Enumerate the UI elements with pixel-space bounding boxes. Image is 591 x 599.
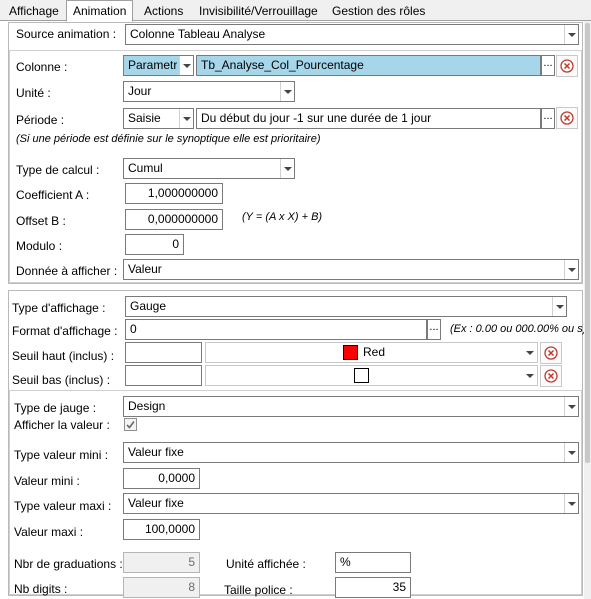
vertical-scrollbar[interactable] (584, 21, 591, 599)
format-label: Format d'affichage : (12, 324, 118, 338)
modulo-field[interactable]: 0 (125, 234, 184, 255)
seuil-haut-color-combo[interactable]: Red (205, 342, 538, 363)
clear-icon (560, 59, 574, 73)
chevron-down-icon (564, 494, 578, 513)
colonne-type-combo[interactable]: Parametre (123, 55, 194, 76)
unite-combo[interactable]: Jour (123, 81, 295, 102)
checkmark-icon (126, 421, 135, 429)
type-calcul-combo[interactable]: Cumul (123, 158, 295, 179)
type-calcul-label: Type de calcul : (16, 163, 100, 177)
formula-note: (Y = (A x X) + B) (242, 211, 323, 223)
clear-icon (544, 346, 558, 360)
donnee-value: Valeur (128, 262, 162, 276)
tab-actions[interactable]: Actions (137, 2, 190, 21)
type-affichage-label: Type d'affichage : (12, 301, 106, 315)
color-swatch (354, 368, 369, 383)
type-val-mini-label: Type valeur mini : (14, 448, 109, 462)
periode-label: Période : (16, 113, 65, 127)
offset-b-label: Offset B : (16, 214, 66, 228)
nbr-grad-label: Nbr de graduations : (14, 557, 123, 571)
color-swatch (343, 345, 358, 360)
unite-label: Unité : (16, 86, 51, 100)
offset-b-field[interactable]: 0,000000000 (125, 209, 223, 230)
source-label: Source animation : (16, 27, 117, 41)
type-val-maxi-label: Type valeur maxi : (14, 499, 112, 513)
tab-invisibilite[interactable]: Invisibilité/Verrouillage (192, 2, 325, 21)
afficher-valeur-checkbox[interactable] (124, 418, 137, 431)
nb-digits-label: Nb digits : (14, 582, 68, 596)
seuil-haut-label: Seuil haut (inclus) : (12, 349, 115, 363)
seuil-bas-color-combo[interactable] (205, 365, 538, 386)
chevron-down-icon (280, 159, 294, 178)
type-jauge-value: Design (128, 399, 166, 413)
colonne-browse-button[interactable]: ... (541, 55, 555, 76)
type-val-mini-combo[interactable]: Valeur fixe (123, 442, 579, 463)
source-combo[interactable]: Colonne Tableau Analyse (125, 24, 579, 45)
colonne-clear-button[interactable] (556, 55, 578, 77)
seuil-haut-clear-button[interactable] (540, 342, 562, 364)
tab-gestion-roles[interactable]: Gestion des rôles (325, 2, 432, 21)
chevron-down-icon (564, 260, 578, 279)
val-maxi-field[interactable]: 100,0000 (123, 519, 200, 540)
source-value: Colonne Tableau Analyse (130, 27, 266, 41)
seuil-haut-field[interactable] (125, 342, 202, 363)
donnee-combo[interactable]: Valeur (123, 259, 579, 280)
periode-value-field[interactable]: Du début du jour -1 sur une durée de 1 j… (196, 108, 541, 129)
clear-icon (544, 369, 558, 383)
format-hint: (Ex : 0.00 ou 000.00% ou s) (450, 323, 587, 335)
type-calcul-value: Cumul (128, 161, 163, 175)
periode-clear-button[interactable] (556, 107, 578, 129)
chevron-down-icon (179, 109, 193, 128)
colonne-label: Colonne : (16, 60, 68, 74)
unite-value: Jour (128, 84, 152, 98)
donnee-label: Donnée à afficher : (16, 264, 118, 278)
format-browse-button[interactable]: ... (427, 319, 441, 340)
chevron-down-icon (179, 56, 193, 75)
type-jauge-label: Type de jauge : (14, 401, 97, 415)
chevron-down-icon (564, 397, 578, 416)
periode-type-combo[interactable]: Saisie (123, 108, 194, 129)
type-val-maxi-value: Valeur fixe (128, 496, 184, 510)
seuil-bas-clear-button[interactable] (540, 365, 562, 387)
unite-affichee-field[interactable]: % (335, 552, 411, 573)
taille-police-field[interactable]: 35 (335, 577, 411, 598)
coef-a-field[interactable]: 1,000000000 (125, 183, 223, 204)
format-field[interactable]: 0 (125, 319, 427, 340)
type-val-maxi-combo[interactable]: Valeur fixe (123, 493, 579, 514)
chevron-down-icon (564, 25, 578, 44)
tab-affichage[interactable]: Affichage (2, 2, 66, 21)
periode-note: (Si une période est définie sur le synop… (16, 133, 321, 145)
tab-animation[interactable]: Animation (66, 0, 134, 22)
val-mini-field[interactable]: 0,0000 (123, 468, 200, 489)
type-affichage-value: Gauge (130, 299, 167, 313)
colonne-type-value: Parametre (128, 58, 177, 72)
taille-police-label: Taille police : (224, 583, 293, 597)
coef-a-label: Coefficient A : (16, 188, 90, 202)
colonne-value-field[interactable]: Tb_Analyse_Col_Pourcentage (196, 55, 541, 76)
type-affichage-combo[interactable]: Gauge (125, 296, 567, 317)
type-jauge-combo[interactable]: Design (123, 396, 579, 417)
nb-digits-field: 8 (123, 577, 200, 598)
chevron-down-icon (564, 443, 578, 462)
unite-affichee-label: Unité affichée : (226, 557, 306, 571)
type-val-mini-value: Valeur fixe (128, 445, 184, 459)
scrollbar-thumb[interactable] (585, 23, 590, 463)
modulo-label: Modulo : (16, 239, 63, 253)
chevron-down-icon (523, 366, 537, 385)
periode-browse-button[interactable]: ... (541, 108, 555, 129)
chevron-down-icon (552, 297, 566, 316)
chevron-down-icon (280, 82, 294, 101)
seuil-haut-color-name: Red (363, 345, 386, 359)
chevron-down-icon (523, 343, 537, 362)
periode-type-value: Saisie (128, 111, 161, 125)
afficher-valeur-label: Afficher la valeur : (14, 418, 110, 432)
seuil-bas-field[interactable] (125, 365, 202, 386)
val-maxi-label: Valeur maxi : (14, 525, 84, 539)
seuil-bas-label: Seuil bas (inclus) : (12, 373, 111, 387)
tab-bar: Affichage Animation Actions Invisibilité… (0, 0, 591, 22)
nbr-grad-field: 5 (123, 552, 200, 573)
clear-icon (560, 111, 574, 125)
val-mini-label: Valeur mini : (14, 474, 80, 488)
